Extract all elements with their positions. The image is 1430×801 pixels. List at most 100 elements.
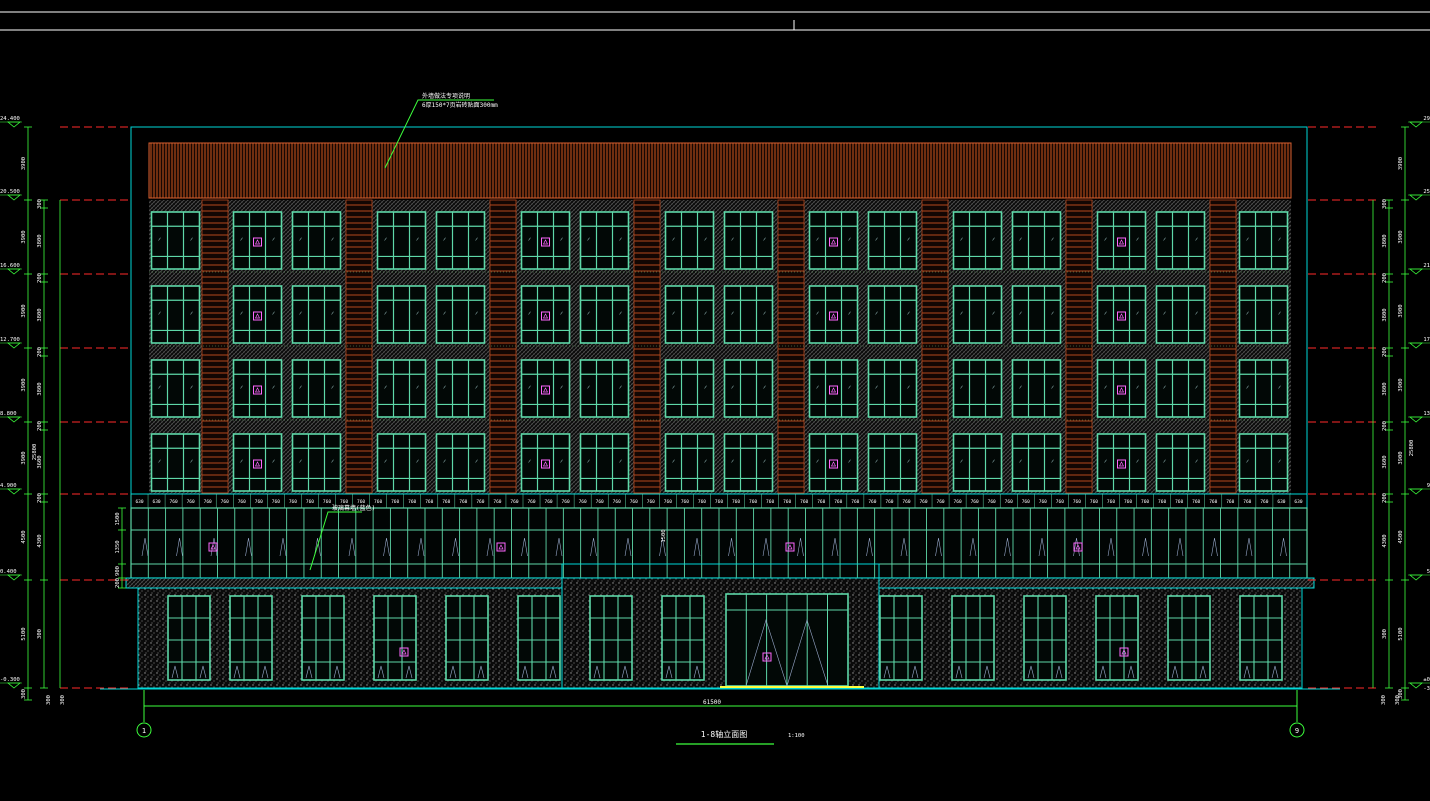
bay-dimension-label: 760 [1260,499,1268,505]
elevation-marker-icon [1408,342,1424,349]
bay-dimension-label: 760 [255,499,263,505]
dimension-label: 200 [1382,273,1388,283]
pier [1065,199,1093,495]
dimension-label: 3800 [37,234,43,247]
note-line-1: 外墙做法专项说明 [422,92,470,100]
bay-dimension-label: 760 [1107,499,1115,505]
bay-dimension-label: 760 [1141,499,1149,505]
elevation-marker-icon [6,342,22,349]
overall-height-label: 25800 [32,444,38,461]
ground-window [1095,595,1139,681]
bay-dimension-label: 760 [170,499,178,505]
bay-dimension-label: 760 [544,499,552,505]
drawing-scale: 1:100 [788,733,805,739]
dimension-label: 3800 [37,308,43,321]
bay-dimension-label: 760 [664,499,672,505]
bay-dimension-label: 760 [221,499,229,505]
bay-dimension-label: 760 [1226,499,1234,505]
bay-dimension-label: 760 [1056,499,1064,505]
ground-window [661,595,705,681]
elevation-marker-icon [1408,488,1424,495]
dimension-label: 900 [115,566,121,576]
bay-dimension-label: 760 [988,499,996,505]
drawing-title: 1-8轴立面图 [701,729,747,739]
dimension-label: 200 [37,421,43,431]
bay-dimension-label: 760 [493,499,501,505]
ground-window [445,595,489,681]
bay-dimension-label: 760 [1209,499,1217,505]
axis-label-end: 9 [1295,727,1299,735]
bay-dimension-label: 760 [783,499,791,505]
bay-dimension-label: 760 [647,499,655,505]
dimension-label: 3900 [1398,304,1404,317]
podium-curtain-wall: 630 630 760 760 760 760 760 760 760 760 760 760 760 7… [125,493,1315,589]
bay-dimension-label: 760 [1243,499,1251,505]
dimension-label: 4300 [1382,534,1388,547]
elevation-marker-icon [6,682,22,689]
bay-dimension-label: 630 [1277,499,1285,505]
ground-window [589,595,633,681]
bay-dimension-label: 760 [630,499,638,505]
ground-window [373,595,417,681]
bay-dimension-label: 760 [323,499,331,505]
bay-dimension-label: 760 [1175,499,1183,505]
bay-dimension-label: 760 [1022,499,1030,505]
bay-dimension-label: 760 [885,499,893,505]
bay-dimension-label: 760 [238,499,246,505]
bay-dimension-label: 760 [834,499,842,505]
bay-dimension-label: 760 [408,499,416,505]
ground-window [1167,595,1211,681]
elevation-label-left: 20.500 [0,189,20,195]
bay-dimension-label: 760 [1090,499,1098,505]
elevation-label-right: 13 [1423,411,1430,417]
dimension-label: 3900 [1398,451,1404,464]
bay-dimension-label: 760 [272,499,280,505]
bay-dimension-label: 760 [749,499,757,505]
bay-dimension-label: 760 [698,499,706,505]
elevation-marker-icon [6,574,22,581]
bay-dimension-label: 760 [902,499,910,505]
pier [345,199,373,495]
bay-dimension-label: 760 [868,499,876,505]
dimension-label: 3900 [21,304,27,317]
dimension-label: 200 [37,493,43,503]
elevation-marker-icon [6,121,22,128]
sheet-frame [0,11,1430,31]
bay-dimension-label: 760 [579,499,587,505]
bay-dimension-label: 760 [187,499,195,505]
bay-dimension-label: 760 [851,499,859,505]
elevation-label-left: 8.800 [0,411,17,417]
pier [1209,199,1237,495]
elevation-label-right: 21 [1423,263,1430,269]
dimension-label: 200 [1382,347,1388,357]
elevation-label-right: 17 [1423,337,1430,343]
bay-dimension-label: 760 [715,499,723,505]
ground-window [229,595,273,681]
overall-height-label: 25800 [1409,440,1415,457]
cad-drawing-viewport[interactable]: 630 630 760 760 760 760 760 760 760 760 760 760 760 7… [0,0,1430,797]
bay-dimension-label: 760 [1192,499,1200,505]
dimension-label: 3900 [21,157,27,170]
elevation-marker-icon [1408,682,1424,689]
dimension-label: 200 [1382,421,1388,431]
elevation-marker-icon [1408,416,1424,423]
dimension-label: 300 [1395,695,1401,705]
dimension-label: 3900 [1398,378,1404,391]
dimension-label: 300 [60,695,66,705]
ground-floor [100,577,1340,690]
bay-dimension-label: 630 [152,499,160,505]
elevation-marker-icon [1408,121,1424,128]
bay-dimension-label: 760 [1124,499,1132,505]
bay-dimension-label: 760 [1005,499,1013,505]
axis-label-start: 1 [142,727,146,735]
elevation-label-left: 24.400 [0,116,20,122]
ground-window [951,595,995,681]
drawing-title-block: 1-8轴立面图 1:100 [676,729,805,745]
elevation-label-left: 0.400 [0,569,17,575]
elevation-label-left: 12.700 [0,337,20,343]
dimension-label: 300 [37,199,43,209]
elevation-marker-icon [1408,194,1424,201]
bay-dimension-label: 760 [306,499,314,505]
note-line-2: 6厚150*7页岩砖贴面300mm [422,101,498,109]
bay-dimension-label: 760 [1039,499,1047,505]
